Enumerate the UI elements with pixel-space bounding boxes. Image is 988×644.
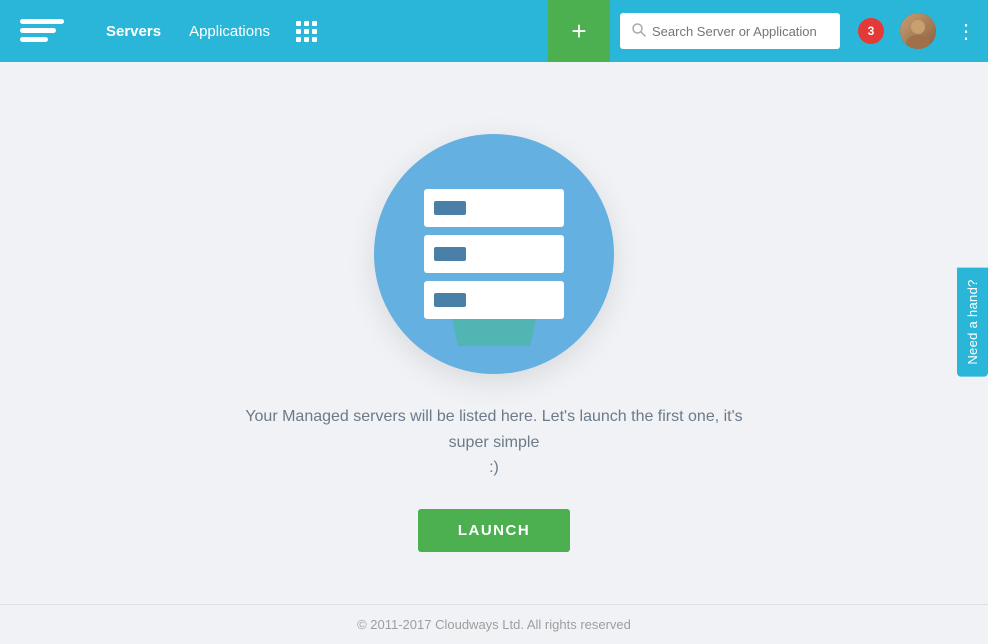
grid-dot — [296, 29, 301, 34]
avatar[interactable] — [900, 13, 936, 49]
server-illustration — [374, 134, 614, 374]
description-line1: Your Managed servers will be listed here… — [245, 408, 742, 451]
grid-dot — [312, 21, 317, 26]
grid-dots — [296, 21, 317, 42]
description-text: Your Managed servers will be listed here… — [234, 404, 754, 481]
grid-dot — [312, 29, 317, 34]
main-header: Servers Applications + 3 — [0, 0, 988, 62]
server-indicator-1 — [434, 201, 466, 215]
cloudways-logo-icon — [16, 13, 68, 49]
search-icon — [632, 23, 646, 40]
description-line2: :) — [489, 459, 499, 476]
grid-dot — [304, 37, 309, 42]
server-stack — [424, 189, 564, 319]
grid-dot — [304, 21, 309, 26]
main-content: Your Managed servers will be listed here… — [0, 62, 988, 604]
server-row-2 — [424, 235, 564, 273]
nav-applications[interactable]: Applications — [175, 0, 284, 62]
server-indicator-3 — [434, 293, 466, 307]
add-button[interactable]: + — [548, 0, 610, 62]
server-row-1 — [424, 189, 564, 227]
footer: © 2011-2017 Cloudways Ltd. All rights re… — [0, 604, 988, 644]
avatar-image — [900, 13, 936, 49]
logo-area[interactable] — [0, 13, 92, 49]
grid-dot — [296, 37, 301, 42]
nav-servers[interactable]: Servers — [92, 0, 175, 62]
need-hand-widget[interactable]: Need a hand? — [957, 267, 988, 376]
grid-dot — [296, 21, 301, 26]
need-hand-label[interactable]: Need a hand? — [957, 267, 988, 376]
notification-badge[interactable]: 3 — [858, 18, 884, 44]
footer-copyright: © 2011-2017 Cloudways Ltd. All rights re… — [357, 617, 631, 632]
grid-dot — [304, 29, 309, 34]
grid-dot — [312, 37, 317, 42]
search-input[interactable] — [652, 24, 828, 39]
search-area — [620, 13, 840, 49]
grid-menu-icon[interactable] — [284, 0, 329, 62]
more-menu-button[interactable]: ⋮ — [944, 0, 988, 62]
launch-button[interactable]: LAUNCH — [418, 509, 570, 552]
server-indicator-2 — [434, 247, 466, 261]
server-row-3 — [424, 281, 564, 319]
